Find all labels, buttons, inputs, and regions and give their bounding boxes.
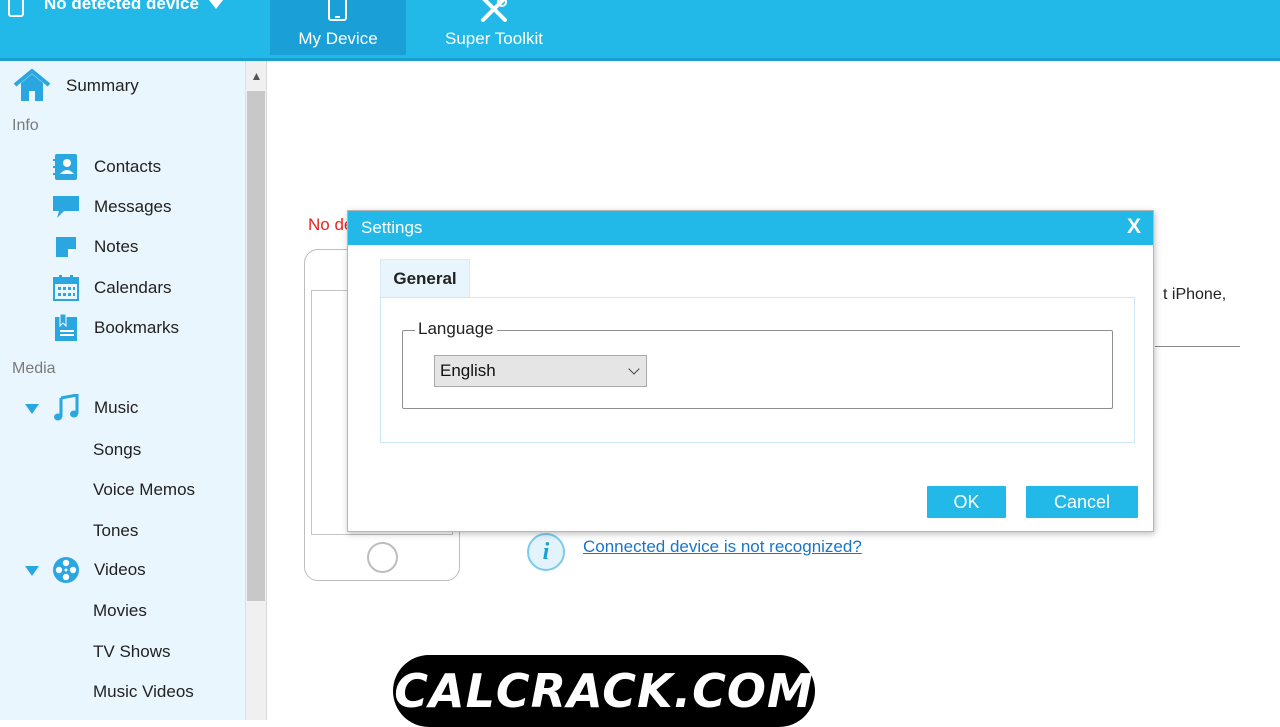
sidebar-item-music[interactable]: Music — [52, 394, 138, 422]
dialog-title: Settings — [361, 218, 423, 237]
bookmarks-icon — [55, 314, 77, 341]
sidebar-item-calendars[interactable]: Calendars — [52, 274, 172, 302]
section-info: Info — [12, 117, 39, 134]
sidebar-scrollbar[interactable]: ▲ — [245, 61, 267, 720]
sidebar-item-label: Calendars — [94, 278, 172, 297]
expand-triangle-icon[interactable] — [25, 404, 39, 414]
sidebar-item-label: Summary — [66, 76, 139, 95]
general-tab-panel: Language English — [380, 297, 1135, 443]
tab-general[interactable]: General — [380, 259, 470, 297]
tools-icon — [481, 0, 507, 22]
phone-home-button-illustration — [367, 542, 398, 573]
sidebar-item-label: Notes — [94, 237, 139, 256]
sidebar-item-label: Contacts — [94, 157, 162, 176]
language-group: Language English — [402, 319, 1113, 409]
top-bar: No detected device My Device Super Toolk… — [0, 0, 1280, 58]
sidebar-item-summary[interactable]: Summary — [12, 68, 139, 104]
watermark-banner: CALCRACK.COM — [393, 655, 815, 727]
sidebar-item-label: Voice Memos — [93, 480, 196, 499]
dropdown-caret-icon — [208, 0, 223, 9]
sidebar-item-label: TV Shows — [93, 642, 171, 661]
music-icon — [54, 394, 79, 421]
ok-button[interactable]: OK — [927, 486, 1006, 518]
language-select-value: English — [440, 361, 496, 380]
tab-label: Super Toolkit — [445, 29, 543, 48]
device-selector[interactable]: No detected device — [8, 0, 223, 17]
language-select[interactable]: English — [434, 355, 647, 387]
close-icon[interactable]: X — [1127, 215, 1141, 239]
sidebar-item-tones[interactable]: Tones — [93, 521, 138, 541]
sidebar-item-music-videos[interactable]: Music Videos — [93, 682, 194, 702]
sidebar-item-label: Messages — [94, 197, 172, 216]
notes-icon — [56, 237, 76, 257]
sidebar-item-label: Music Videos — [93, 682, 194, 701]
sidebar-item-label: Videos — [94, 560, 146, 579]
sidebar-item-label: Bookmarks — [94, 318, 180, 337]
expand-triangle-icon[interactable] — [25, 566, 39, 576]
watermark-text: CALCRACK.COM — [394, 664, 814, 718]
sidebar-item-label: Tones — [93, 521, 139, 540]
contacts-icon — [53, 154, 77, 180]
sidebar-item-label: Music — [94, 398, 139, 417]
info-icon: i — [527, 533, 565, 571]
divider-line — [1155, 346, 1240, 347]
scroll-up-arrow-icon[interactable]: ▲ — [246, 61, 267, 91]
sidebar-item-voice-memos[interactable]: Voice Memos — [93, 480, 195, 500]
messages-icon — [53, 196, 79, 218]
device-not-recognized-link[interactable]: Connected device is not recognized? — [583, 537, 862, 557]
sidebar-item-contacts[interactable]: Contacts — [52, 153, 161, 181]
sidebar-item-movies[interactable]: Movies — [93, 601, 147, 621]
chevron-down-icon — [628, 363, 640, 375]
device-icon — [328, 0, 347, 21]
film-reel-icon — [53, 557, 79, 583]
sidebar-item-songs[interactable]: Songs — [93, 440, 141, 460]
section-media: Media — [12, 360, 56, 377]
sidebar-item-messages[interactable]: Messages — [52, 194, 171, 220]
calendar-icon — [53, 275, 79, 301]
home-icon — [13, 69, 51, 101]
scroll-thumb[interactable] — [247, 91, 265, 601]
language-group-label: Language — [415, 319, 497, 339]
sidebar-item-videos[interactable]: Videos — [52, 556, 146, 584]
cancel-button[interactable]: Cancel — [1026, 486, 1138, 518]
sidebar-item-notes[interactable]: Notes — [52, 234, 138, 260]
dialog-title-bar[interactable]: Settings X — [348, 211, 1153, 245]
sidebar-item-tv-shows[interactable]: TV Shows — [93, 642, 170, 662]
tab-label: My Device — [298, 29, 378, 48]
settings-dialog: Settings X General Language English OK C… — [347, 210, 1154, 532]
sidebar-item-label: Songs — [93, 440, 142, 459]
sidebar-item-label: Movies — [93, 601, 147, 620]
instruction-text: t iPhone, — [1163, 286, 1227, 303]
device-label: No detected device — [44, 0, 199, 13]
tab-my-device[interactable]: My Device — [270, 0, 406, 55]
sidebar-item-bookmarks[interactable]: Bookmarks — [52, 314, 179, 342]
phone-icon — [8, 0, 24, 17]
tab-super-toolkit[interactable]: Super Toolkit — [432, 0, 556, 55]
